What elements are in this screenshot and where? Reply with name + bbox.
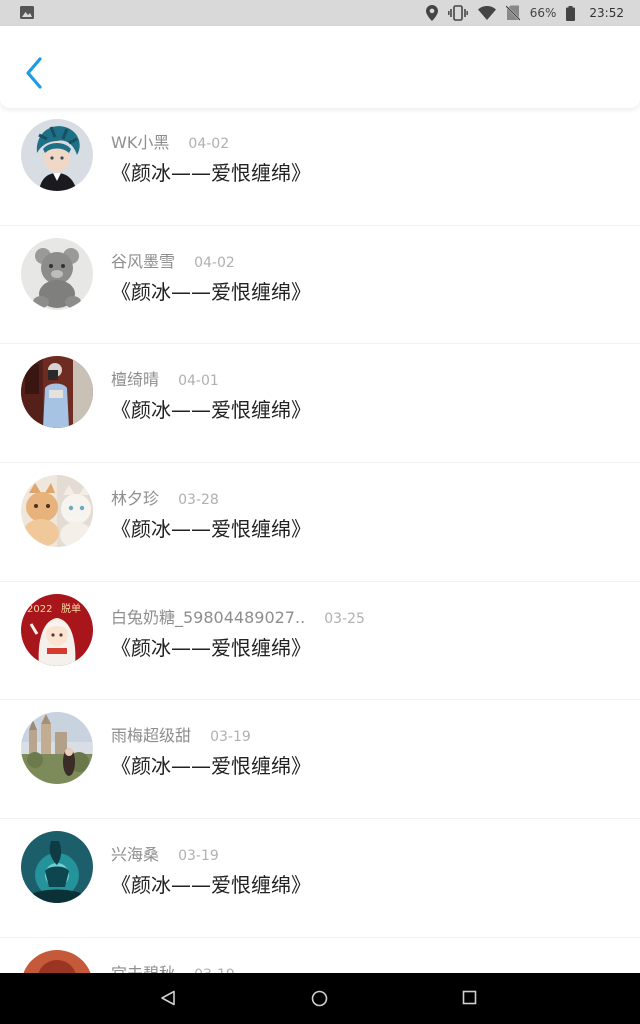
list-item[interactable]: WK小黑 04-02 《颜冰——爱恨缠绵》 [0,107,640,226]
list-item[interactable]: 2022 脱单 白兔奶糖_59804489027.. 03-25 《颜冰——爱恨… [0,582,640,701]
wifi-icon [477,6,496,20]
post-date: 03-25 [324,610,365,627]
avatar[interactable] [21,237,93,310]
username[interactable]: 宫夫碧秋 [111,964,175,973]
home-circle-icon[interactable] [311,990,328,1007]
post-date: 04-02 [188,136,230,152]
username[interactable]: 檀绮晴 [111,370,159,389]
battery-icon [566,5,576,21]
avatar[interactable]: 2022 脱单 [21,593,93,666]
comment-title: 《颜冰——爱恨缠绵》 [111,517,311,542]
comment-title: 《颜冰——爱恨缠绵》 [111,754,311,779]
list-item[interactable]: 雨梅超级甜 03-19 《颜冰——爱恨缠绵》 [0,700,640,820]
status-bar: 66% 23:52 [0,0,640,26]
back-triangle-icon[interactable] [160,990,176,1006]
avatar-image [21,831,93,904]
avatar-image [21,949,93,973]
avatar[interactable] [21,119,93,191]
list-item[interactable]: 林夕珍 03-28 《颜冰——爱恨缠绵》 [0,463,640,582]
username[interactable]: 谷风墨雪 [111,252,175,271]
battery-percentage: 66% [529,6,557,20]
avatar[interactable] [21,356,93,429]
username[interactable]: 兴海桑 [111,845,159,864]
navigation-bar [0,973,640,1024]
gallery-icon [20,6,34,19]
vibrate-icon [447,5,468,21]
svg-text:2022: 2022 [27,604,52,615]
username[interactable]: 白兔奶糖_59804489027.. [111,608,305,627]
avatar-image [21,237,93,310]
comment-title: 《颜冰——爱恨缠绵》 [111,398,311,423]
recents-square-icon[interactable] [462,990,477,1005]
avatar-image [21,712,93,785]
list-item[interactable]: 檀绮晴 04-01 《颜冰——爱恨缠绵》 [0,344,640,464]
avatar-image: 2022 脱单 [21,593,93,666]
avatar[interactable] [21,712,93,785]
back-button[interactable] [18,54,50,90]
status-clock: 23:52 [589,6,624,20]
no-sim-icon [505,5,520,21]
username[interactable]: 林夕珍 [111,489,159,508]
status-icons: 66% 23:52 [425,0,624,26]
screen: 66% 23:52 WK小黑 04-02 《颜冰——爱恨缠绵》 谷风墨雪 04-… [0,0,640,1024]
location-icon [425,5,438,21]
avatar-image [21,119,93,191]
header [0,26,640,108]
post-date: 03-28 [178,492,219,509]
list-item[interactable]: 宫夫碧秋 03-19 [0,938,640,973]
svg-text:脱单: 脱单 [61,602,81,615]
list-item[interactable]: 谷风墨雪 04-02 《颜冰——爱恨缠绵》 [0,226,640,345]
chevron-left-icon [26,57,42,89]
avatar-image [21,475,93,548]
post-date: 04-01 [178,373,219,390]
avatar-image [21,356,93,429]
comment-title: 《颜冰——爱恨缠绵》 [111,873,311,898]
avatar[interactable] [21,475,93,548]
post-date: 03-19 [178,848,219,865]
comment-title: 《颜冰——爱恨缠绵》 [111,161,311,185]
avatar[interactable] [21,831,93,904]
post-date: 04-02 [194,254,235,271]
avatar[interactable] [21,949,93,973]
post-date: 03-19 [210,729,251,746]
comment-list[interactable]: WK小黑 04-02 《颜冰——爱恨缠绵》 谷风墨雪 04-02 《颜冰——爱恨… [0,107,640,973]
comment-title: 《颜冰——爱恨缠绵》 [111,279,311,304]
comment-title: 《颜冰——爱恨缠绵》 [111,635,311,660]
list-item[interactable]: 兴海桑 03-19 《颜冰——爱恨缠绵》 [0,819,640,938]
username[interactable]: 雨梅超级甜 [111,726,191,745]
username[interactable]: WK小黑 [111,133,169,152]
